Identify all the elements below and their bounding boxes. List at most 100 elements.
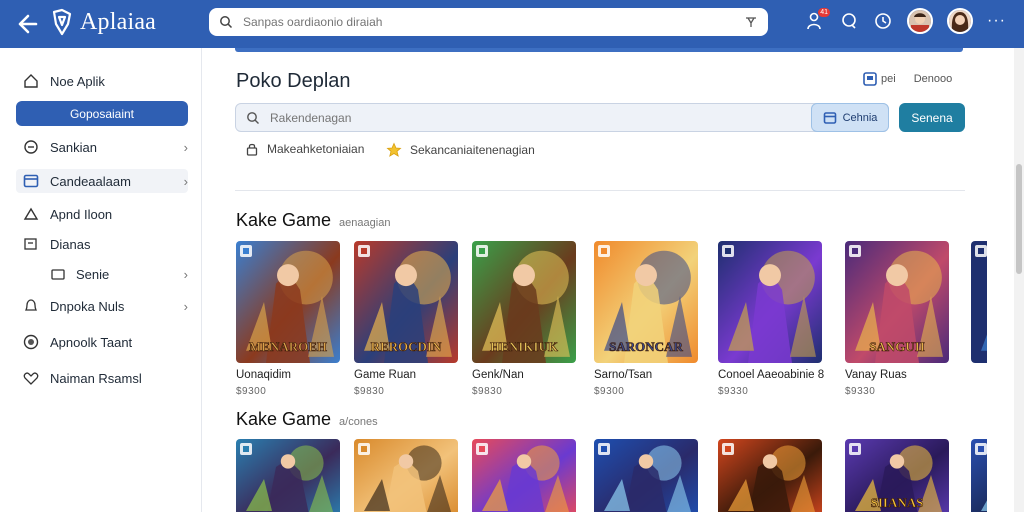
game-title[interactable]: Sarno/Tsan [594,369,652,381]
game-cover-art [354,439,458,512]
sidebar-item-home[interactable]: Noe Aplik [22,69,188,93]
game-price: $9300 [594,386,625,397]
game-card[interactable]: SARONCAR Sarno/Tsan $9300 [594,241,698,397]
game-cover-art: REROCDIN [354,241,458,363]
calendar-icon [823,111,836,124]
page-title: Poko Deplan [236,70,351,92]
option-label: Sekancaniaitenenagian [410,143,535,157]
sidebar-item-senie[interactable]: Senie › [50,262,188,286]
game-card[interactable] [718,439,822,512]
option-lock[interactable]: Makeahketoniaian [245,142,364,156]
home-icon [24,74,38,88]
game-card[interactable] [971,439,987,512]
game-cover-title: SARONCAR [609,339,683,354]
game-cover-art [236,439,340,512]
global-search[interactable] [209,8,768,36]
sidebar-item-label: Apnoolk Taant [50,334,133,350]
section-title: Kake Game a/cones [236,409,378,430]
clock-icon[interactable] [873,11,893,31]
category-chip-button[interactable]: Cehnia [811,103,889,132]
explore-icon [24,140,38,154]
sidebar-item-label: Dianas [50,236,91,252]
grid-icon [863,72,877,86]
view-label: pei [881,73,896,85]
chat-icon[interactable] [839,11,859,31]
game-title[interactable]: Game Ruan [354,369,416,381]
option-star[interactable]: Sekancaniaitenenagian [386,142,535,158]
sidebar-item-apnoolk[interactable]: Apnoolk Taant [22,330,188,354]
game-thumbnail[interactable] [472,439,576,512]
section-subtitle: aenaagian [339,217,391,229]
game-card[interactable]: SANGUII Vanay Ruas $9330 [845,241,949,397]
view-toggle[interactable]: pei [863,72,896,86]
game-cover-title: HENIKIUK [490,339,559,354]
app-logo[interactable]: Aplaiaa [50,8,156,36]
game-card[interactable]: Conoel Aaeoabinie 8 $9330 [718,241,824,397]
game-thumbnail[interactable]: HENIKIUK [472,241,576,363]
game-title[interactable]: Vanay Ruas [845,369,907,381]
filter-bar[interactable] [235,103,889,132]
game-cover-art [718,241,822,363]
user-notification-icon[interactable]: 41 [805,8,831,31]
search-input[interactable] [243,15,744,29]
game-price: $9300 [236,386,267,397]
game-thumbnail[interactable]: SIIANAS [845,439,949,512]
folder-icon [51,269,65,280]
sidebar-item-active[interactable]: Goposaiaint [16,101,188,126]
game-thumbnail[interactable] [594,439,698,512]
back-arrow-icon[interactable] [12,10,40,38]
sidebar-item-label: Noe Aplik [50,73,105,89]
chevron-right-icon: › [183,298,188,314]
game-cover-art: SANGUII [845,241,949,363]
game-card[interactable] [472,439,576,512]
game-thumbnail[interactable] [718,241,822,363]
list-icon [24,238,37,250]
sidebar-item-sankian[interactable]: Sankian › [22,135,188,159]
top-right-actions: pei Denooo [863,72,952,86]
game-card[interactable]: HENIKIUK Genk/Nan $9830 [472,241,576,397]
game-card[interactable] [236,439,340,512]
more-icon[interactable]: ··· [987,12,1006,30]
game-thumbnail[interactable] [971,241,987,363]
filter-input[interactable] [270,110,888,125]
game-thumbnail[interactable] [354,439,458,512]
scrollbar[interactable] [1014,48,1024,512]
game-title[interactable]: Genk/Nan [472,369,524,381]
game-title[interactable]: Uonaqidim [236,369,291,381]
game-card[interactable] [354,439,458,512]
avatar[interactable] [907,8,934,34]
sidebar-item-naiman[interactable]: Naiman Rsamsl [22,366,188,390]
game-card[interactable] [594,439,698,512]
game-thumbnail[interactable] [718,439,822,512]
toolbar-icons: 41 ··· [805,8,1006,34]
chevron-right-icon: › [183,173,188,189]
game-title[interactable]: Conoel Aaeoabinie 8 [718,369,824,381]
sidebar-item-label: Candeaalaam [50,173,131,189]
game-thumbnail[interactable]: REROCDIN [354,241,458,363]
game-thumbnail[interactable] [236,439,340,512]
sidebar-item-dianas[interactable]: Dianas [22,232,188,256]
sidebar-item-label: Dnpoka Nuls [50,298,125,314]
game-thumbnail[interactable]: MENAROEH [236,241,340,363]
avatar[interactable] [947,8,974,34]
sidebar-item-candeaalaam[interactable]: Candeaalaam › [16,169,188,193]
option-label: Makeahketoniaian [267,142,365,156]
sidebar-item-apnd[interactable]: Apnd Iloon [22,202,188,226]
scrollbar-thumb[interactable] [1016,164,1022,274]
game-thumbnail[interactable]: SARONCAR [594,241,698,363]
game-card[interactable]: Ta$9 [971,241,987,363]
game-card[interactable]: SIIANAS [845,439,949,512]
search-button[interactable]: Senena [899,103,965,132]
game-cover-art [594,439,698,512]
game-thumbnail[interactable] [971,439,987,512]
sort-link[interactable]: Denooo [914,73,953,85]
chevron-right-icon: › [183,266,188,282]
game-card[interactable]: MENAROEH Uonaqidim $9300 [236,241,340,397]
game-price: $9830 [354,386,385,397]
game-card[interactable]: REROCDIN Game Ruan $9830 [354,241,458,397]
filter-icon[interactable] [744,15,758,29]
sidebar-item-dnpoka[interactable]: Dnpoka Nuls › [22,294,188,318]
top-bar: Aplaiaa 41 ··· [0,0,1024,48]
section-subtitle: a/cones [339,416,378,428]
game-thumbnail[interactable]: SANGUII [845,241,949,363]
